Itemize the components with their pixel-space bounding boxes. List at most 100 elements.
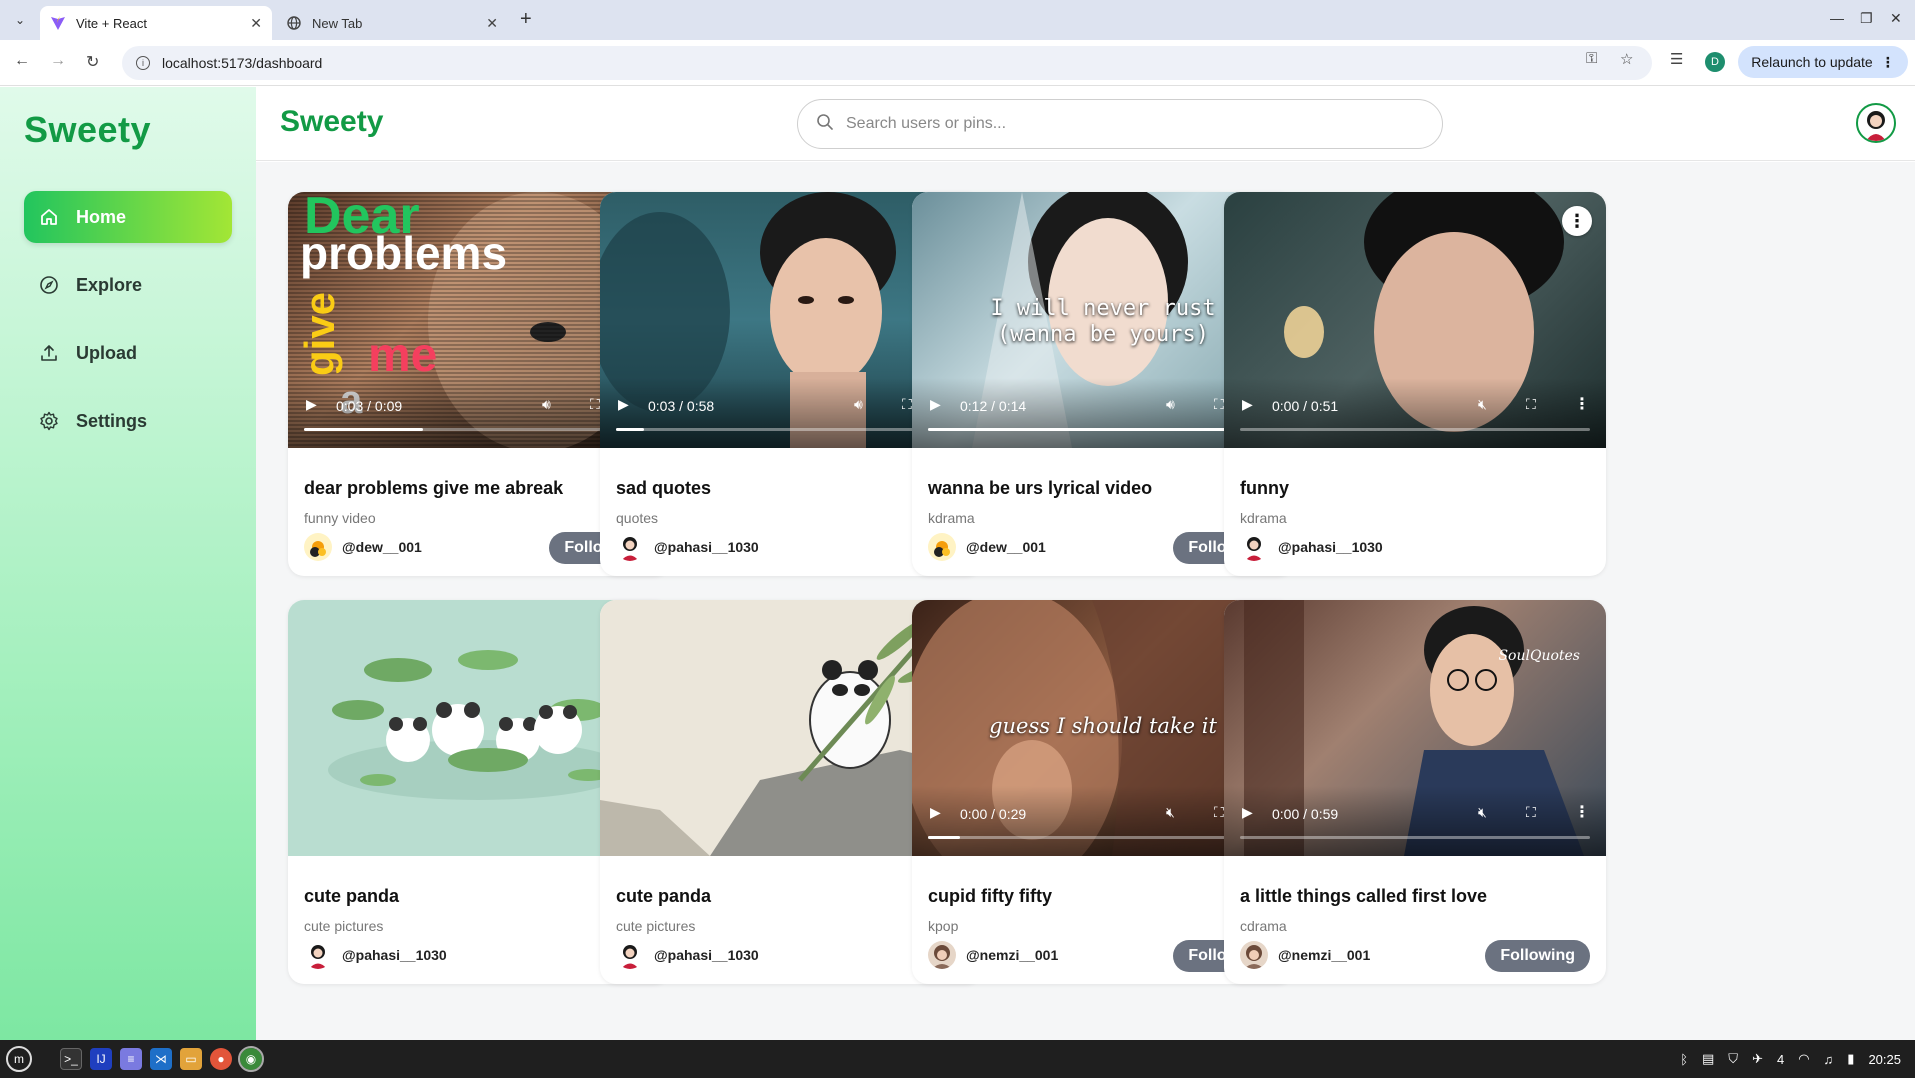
folder-icon[interactable]: ▭ — [180, 1048, 202, 1070]
pin-category: quotes — [616, 510, 659, 526]
pin-user[interactable]: @nemzi__001 — [1240, 938, 1370, 972]
tab-close-icon[interactable]: ✕ — [486, 15, 498, 32]
video-time: 0:03 / 0:58 — [648, 398, 715, 414]
gear-icon — [38, 410, 60, 432]
browser-tab-active[interactable]: Vite + React ✕ — [40, 6, 272, 40]
pin-title: cute panda — [304, 886, 400, 906]
globe-icon — [286, 15, 302, 31]
pin-user[interactable]: @pahasi__1030 — [616, 938, 759, 972]
firefox-icon[interactable]: ● — [210, 1048, 232, 1070]
reading-list-icon[interactable]: ☰ — [1670, 50, 1683, 68]
sidebar-item-settings[interactable]: Settings — [24, 395, 232, 447]
site-info-icon[interactable]: i — [136, 56, 150, 70]
video-progress-bar[interactable] — [1240, 428, 1590, 431]
sidebar: Sweety Home Explore Upload Settings — [0, 87, 256, 1040]
following-button[interactable]: Following — [1485, 940, 1590, 972]
clock[interactable]: 20:25 — [1868, 1052, 1901, 1067]
tab-search-chevron-icon[interactable]: ⌄ — [8, 8, 32, 32]
volume-icon[interactable]: 🔊︎ — [854, 396, 863, 413]
url-text: localhost:5173/dashboard — [162, 55, 323, 71]
fullscreen-icon[interactable]: ⛶ — [1214, 804, 1224, 821]
avatar — [616, 941, 644, 969]
muted-icon[interactable]: 🔇︎ — [1478, 396, 1487, 413]
wifi-icon[interactable]: ◠ — [1798, 1051, 1809, 1067]
video-time: 0:12 / 0:14 — [960, 398, 1027, 414]
fullscreen-icon[interactable]: ⛶ — [1526, 804, 1536, 821]
play-icon[interactable]: ▶ — [930, 396, 941, 413]
fullscreen-icon[interactable]: ⛶ — [1526, 396, 1536, 413]
home-icon — [38, 206, 60, 228]
overlay-text: problems — [300, 227, 508, 279]
pin-card[interactable]: ⋮ ▶ 0:00 / 0:51 🔇︎ ⛶ ⋮ funny kdrama @pah… — [1224, 192, 1606, 576]
sidebar-item-explore[interactable]: Explore — [24, 259, 232, 311]
pin-category: kdrama — [1240, 510, 1287, 526]
close-window-icon[interactable]: ✕ — [1890, 10, 1902, 27]
workspace-count[interactable]: 4 — [1777, 1052, 1784, 1067]
pin-user[interactable]: @nemzi__001 — [928, 938, 1058, 972]
music-icon[interactable]: ♫ — [1824, 1052, 1834, 1067]
sidebar-brand: Sweety — [24, 109, 152, 150]
chrome-icon[interactable]: ◉ — [238, 1046, 264, 1072]
pin-options-icon[interactable]: ⋮ — [1562, 206, 1592, 236]
relaunch-button[interactable]: Relaunch to update ⋮ — [1738, 46, 1908, 78]
video-options-icon[interactable]: ⋮ — [1574, 802, 1590, 822]
shield-icon[interactable]: ⛉ — [1728, 1051, 1738, 1067]
restore-icon[interactable]: ❐ — [1860, 10, 1873, 27]
video-options-icon[interactable]: ⋮ — [1574, 394, 1590, 414]
fullscreen-icon[interactable]: ⛶ — [590, 396, 600, 413]
back-icon[interactable]: ← — [14, 52, 30, 70]
pin-user[interactable]: @pahasi__1030 — [616, 530, 759, 564]
pin-video[interactable]: SoulQuotes ▶ 0:00 / 0:59 🔇︎ ⛶ ⋮ — [1224, 600, 1606, 856]
ide-icon[interactable]: IJ — [90, 1048, 112, 1070]
mint-menu-icon[interactable]: m — [6, 1046, 32, 1072]
pin-title: sad quotes — [616, 478, 712, 498]
vscode-icon[interactable]: ⋊ — [150, 1048, 172, 1070]
network-status-icon[interactable]: ✈ — [1752, 1051, 1763, 1067]
browser-tab-new[interactable]: New Tab ✕ — [276, 6, 508, 40]
tab-close-icon[interactable]: ✕ — [250, 15, 262, 32]
pin-category: kdrama — [928, 510, 975, 526]
pin-user[interactable]: @dew__001 — [928, 530, 1046, 564]
video-time: 0:00 / 0:29 — [960, 806, 1027, 822]
muted-icon[interactable]: 🔇︎ — [1478, 804, 1487, 821]
play-icon[interactable]: ▶ — [1242, 804, 1253, 821]
pin-user[interactable]: @pahasi__1030 — [1240, 530, 1383, 564]
play-icon[interactable]: ▶ — [618, 396, 629, 413]
sidebar-item-home[interactable]: Home — [24, 191, 232, 243]
avatar — [616, 533, 644, 561]
battery-icon[interactable]: ▮ — [1847, 1051, 1854, 1067]
play-icon[interactable]: ▶ — [930, 804, 941, 821]
minimize-icon[interactable]: — — [1830, 10, 1844, 26]
search-input[interactable] — [846, 115, 1406, 133]
fullscreen-icon[interactable]: ⛶ — [1214, 396, 1224, 413]
pin-user[interactable]: @dew__001 — [304, 530, 422, 564]
volume-icon[interactable]: 🔊︎ — [542, 396, 551, 413]
bluetooth-icon[interactable]: ᛒ — [1680, 1052, 1688, 1067]
avatar — [304, 533, 332, 561]
muted-icon[interactable]: 🔇︎ — [1166, 804, 1175, 821]
address-bar[interactable]: i localhost:5173/dashboard — [122, 46, 1652, 80]
forward-icon[interactable]: → — [50, 52, 66, 70]
video-progress-bar[interactable] — [1240, 836, 1590, 839]
fullscreen-icon[interactable]: ⛶ — [902, 396, 912, 413]
volume-icon[interactable]: 🔊︎ — [1166, 396, 1175, 413]
play-icon[interactable]: ▶ — [306, 396, 317, 413]
avatar — [1240, 533, 1268, 561]
clipboard-icon[interactable]: ▤ — [1702, 1051, 1714, 1067]
pin-user[interactable]: @pahasi__1030 — [304, 938, 447, 972]
pin-video[interactable]: ⋮ ▶ 0:00 / 0:51 🔇︎ ⛶ ⋮ — [1224, 192, 1606, 448]
video-time: 0:03 / 0:09 — [336, 398, 403, 414]
user-avatar[interactable] — [1856, 103, 1896, 143]
pin-card[interactable]: SoulQuotes ▶ 0:00 / 0:59 🔇︎ ⛶ ⋮ a little… — [1224, 600, 1606, 984]
pin-title: a little things called first love — [1240, 886, 1488, 906]
profile-avatar[interactable]: D — [1705, 52, 1725, 72]
pin-title: dear problems give me abreak — [304, 478, 564, 498]
play-icon[interactable]: ▶ — [1242, 396, 1253, 413]
terminal-icon[interactable]: >_ — [60, 1048, 82, 1070]
text-editor-icon[interactable]: ≡ — [120, 1048, 142, 1070]
key-icon[interactable]: ⚿ — [1586, 50, 1597, 67]
sidebar-item-upload[interactable]: Upload — [24, 327, 232, 379]
new-tab-button[interactable]: + — [520, 8, 532, 31]
bookmark-star-icon[interactable]: ☆ — [1620, 50, 1633, 68]
reload-icon[interactable]: ↻ — [86, 52, 99, 72]
